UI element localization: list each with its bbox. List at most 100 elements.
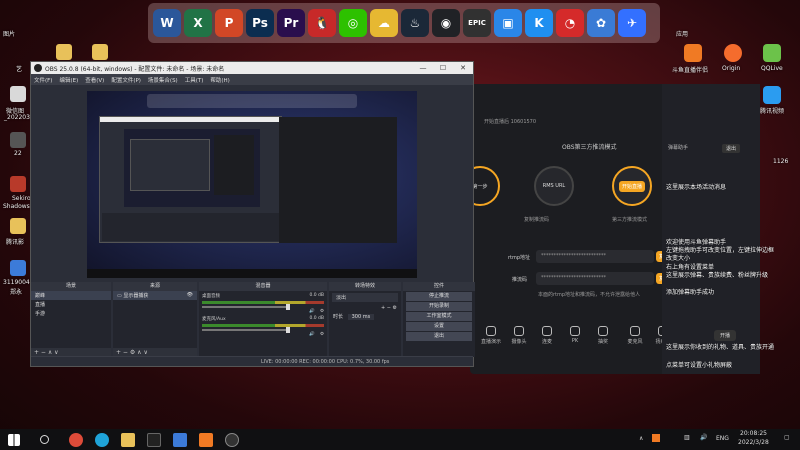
powerpoint-icon[interactable]: P [215,9,243,37]
rtmp-field[interactable]: ************************** [536,250,654,263]
preview-nested-panel [214,135,254,195]
scenes-header: 场景 [31,282,111,291]
document-icon[interactable] [10,260,26,276]
start-recording-button[interactable]: 开始录制 [406,302,472,311]
menu-profile[interactable]: 配置文件(P) [111,76,141,84]
transition-add-remove[interactable]: + − ⚙ [329,304,401,312]
close-icon[interactable]: ✕ [453,62,473,74]
source-item[interactable]: ▭ 显示器捕获 👁 [113,291,197,300]
scene-item[interactable]: 巅峰 [31,291,111,300]
origin-icon[interactable] [724,44,742,62]
qq-space-icon[interactable]: ✿ [587,9,615,37]
exit-button[interactable]: 退出 [722,144,741,153]
stop-streaming-button[interactable]: 停止推流 [406,292,472,301]
edge-icon[interactable] [95,432,109,447]
baidu-netdisk-icon[interactable]: ☁ [370,9,398,37]
window-title: OBS 25.0.8 (64-bit, windows) - 配置文件: 未命名… [45,65,225,73]
clock-date[interactable]: 2022/3/28 [738,439,769,446]
room-info: 开始直播后 10601570 [484,119,537,125]
word-icon[interactable]: W [153,9,181,37]
wechat-icon[interactable]: ◎ [339,9,367,37]
steam-icon[interactable]: ♨ [401,9,429,37]
step-2: RMS URL [534,166,574,206]
excel-icon[interactable]: X [184,9,212,37]
maximize-icon[interactable]: ☐ [433,62,453,74]
windows-start-icon[interactable] [8,433,20,446]
feishu-icon[interactable]: ✈ [618,9,646,37]
clock-time[interactable]: 20:08:25 [740,430,767,437]
volume-slider[interactable] [202,327,290,333]
studio-mode-button[interactable]: 工作室模式 [406,312,472,321]
qqlive-icon[interactable] [763,44,781,62]
tool-camera[interactable]: 摄像头 [508,326,530,345]
tool-lottery[interactable]: 抽奖 [592,326,614,345]
eye-icon[interactable]: 👁 [187,292,193,298]
step-3[interactable]: 开始直播 [612,166,652,206]
stream-key-field[interactable]: ************************** [536,272,654,285]
tencent-video-icon[interactable] [763,86,781,104]
qq-icon[interactable]: 🐧 [308,9,336,37]
scene-item[interactable]: 直播 [31,300,111,309]
input-language[interactable]: ENG [716,435,729,442]
minimize-icon[interactable]: — [413,62,433,74]
volume-slider[interactable] [202,304,290,310]
tool-demo[interactable]: 直播演示 [480,326,502,345]
folder-icon[interactable] [10,218,26,234]
preview-canvas[interactable] [87,91,417,278]
folder-icon[interactable] [92,44,108,60]
start-live-button[interactable]: 开播 [714,330,737,341]
preview-dock [147,94,357,108]
store-icon[interactable] [173,432,187,447]
obs-titlebar[interactable]: OBS 25.0.8 (64-bit, windows) - 配置文件: 未命名… [31,62,473,74]
desktop-label: 艺 [16,66,23,73]
tray-chevron-icon[interactable]: ∧ [639,435,643,442]
volume-icon[interactable]: 🔊 [700,434,707,441]
douyu-icon[interactable] [199,432,213,447]
exit-button[interactable]: 退出 [406,332,472,341]
obs-icon[interactable]: ◉ [432,9,460,37]
menu-file[interactable]: 文件(F) [34,76,52,84]
desktop-label: QQLive [761,65,783,72]
file-explorer-icon[interactable] [121,432,135,447]
terminal-icon[interactable] [147,432,161,447]
obs-icon[interactable] [225,432,239,447]
netease-music-icon[interactable]: ◔ [556,9,584,37]
panel-header: OBS第三方推流模式 [562,144,617,151]
tool-pk[interactable]: PK [564,326,586,344]
epic-games-icon[interactable]: EPIC [463,9,491,37]
desktop-label: _202203 [4,114,30,121]
tool-mic[interactable]: 麦克风 [624,326,646,345]
network-icon[interactable]: ▥ [684,434,690,441]
chrome-icon[interactable] [69,432,83,447]
folder-icon[interactable] [56,44,72,60]
desktop-label: 22 [14,150,22,157]
menu-edit[interactable]: 编辑(E) [59,76,78,84]
tool-link-mic[interactable]: 连麦 [536,326,558,345]
speaker-icon[interactable]: 🔊 [309,332,315,337]
preview-docks [102,213,280,241]
menu-tools[interactable]: 工具(T) [185,76,204,84]
menu-scene-collection[interactable]: 场景集合(S) [148,76,178,84]
settings-button[interactable]: 设置 [406,322,472,331]
key-label: 推流码 [512,277,528,283]
game-shortcut-icon[interactable] [10,176,26,192]
desktop-label: Origin [722,65,741,72]
kugou-icon[interactable]: K [525,9,553,37]
douyu-icon[interactable] [684,44,702,62]
scene-item[interactable]: 手游 [31,309,111,318]
menu-help[interactable]: 帮助(H) [210,76,229,84]
duration-input[interactable]: 300 ms [347,314,375,320]
menu-view[interactable]: 查看(V) [85,76,104,84]
image-file-icon[interactable] [10,86,26,102]
mixer-header: 混音器 [199,282,327,291]
gear-icon[interactable]: ⚙ [320,332,324,337]
mixer-channel: 桌面音频 0.0 dB 🔊 ⚙ [202,293,324,314]
search-icon[interactable] [40,435,49,444]
photoshop-icon[interactable]: Ps [246,9,274,37]
transition-select[interactable]: 淡出 [332,293,398,302]
image-file-icon[interactable] [10,132,26,148]
notification-icon[interactable]: ▢ [784,434,790,441]
screenshot-icon[interactable]: ▣ [494,9,522,37]
premiere-icon[interactable]: Pr [277,9,305,37]
tray-app-icon[interactable] [652,434,660,442]
